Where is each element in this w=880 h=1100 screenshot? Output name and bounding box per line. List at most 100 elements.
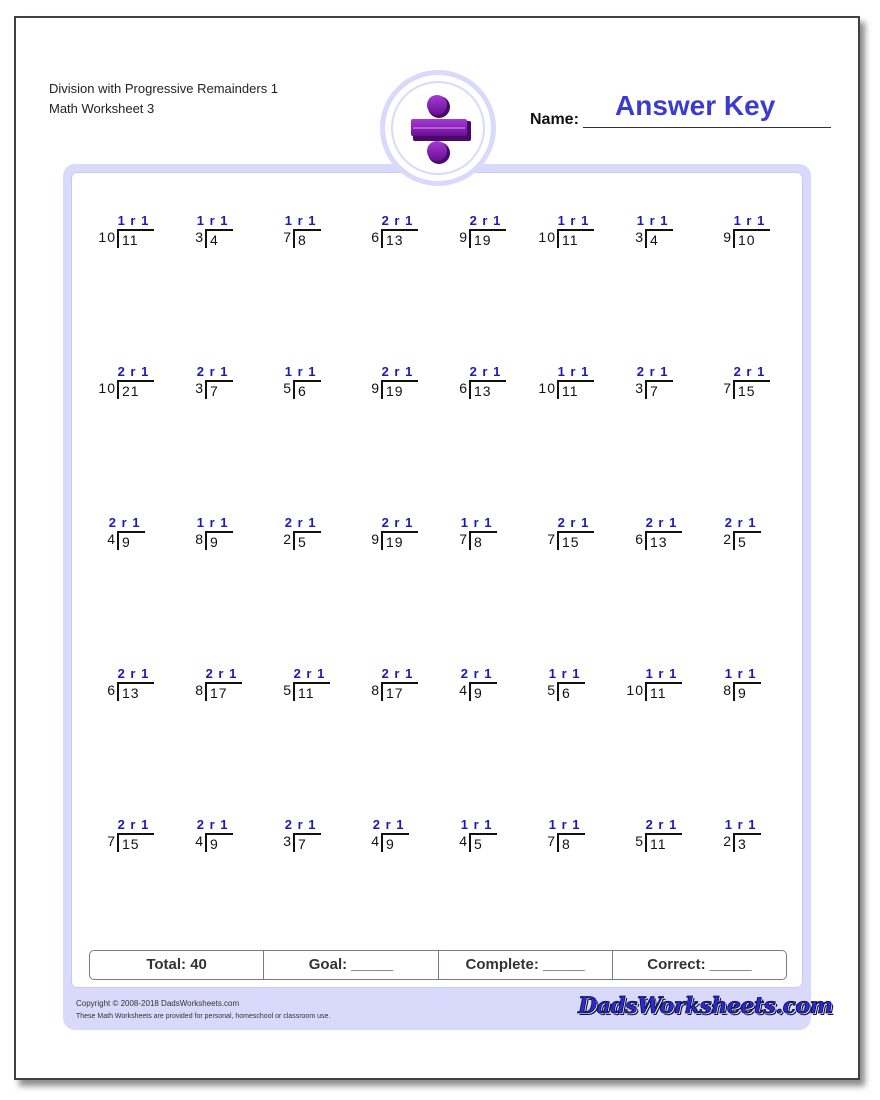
- answer-quotient: 2 r 1: [460, 666, 493, 681]
- dividend: 7: [205, 380, 233, 399]
- divisor: 7: [459, 531, 468, 547]
- copyright-text: Copyright © 2008-2018 DadsWorksheets.com: [76, 999, 240, 1008]
- divisor: 5: [547, 682, 556, 698]
- dividend: 4: [205, 229, 233, 248]
- answer-quotient: 2 r 1: [381, 666, 414, 681]
- division-problem: 1 r 145: [448, 817, 538, 857]
- division-sign-icon: [411, 95, 471, 164]
- divisor: 4: [459, 682, 468, 698]
- dividend: 11: [293, 682, 330, 701]
- dividend: 9: [205, 833, 233, 852]
- worksheet-title-line2: Math Worksheet 3: [49, 101, 155, 116]
- dividend: 13: [381, 229, 418, 248]
- division-problem: 1 r 1 10 11: [536, 213, 626, 253]
- logo-badge: [380, 70, 496, 186]
- answer-quotient: 1 r 1: [548, 817, 581, 832]
- answer-quotient: 1 r 1: [196, 213, 229, 228]
- division-problem: 1 r 178: [448, 515, 538, 555]
- division-problem: 2 r 137: [184, 364, 274, 404]
- dividend: 11: [645, 833, 682, 852]
- dividend: 13: [469, 380, 506, 399]
- division-problem: 1 r 1 10 11: [96, 213, 186, 253]
- division-problem: 1 r 178: [272, 213, 362, 253]
- division-problem: 1 r 1 9 10: [712, 213, 802, 253]
- division-problem: 2 r 1 8 17: [360, 666, 450, 706]
- answer-quotient: 2 r 1: [381, 364, 414, 379]
- division-problem: 2 r 1 9 19: [448, 213, 538, 253]
- answer-quotient: 1 r 1: [460, 515, 493, 530]
- dividend: 21: [117, 380, 154, 399]
- answer-quotient: 2 r 1: [636, 364, 669, 379]
- divisor: 4: [195, 833, 204, 849]
- division-problem: 2 r 1 8 17: [184, 666, 274, 706]
- dividend: 9: [733, 682, 761, 701]
- answer-quotient: 2 r 1: [469, 364, 502, 379]
- dividend: 19: [469, 229, 506, 248]
- dividend: 9: [205, 531, 233, 550]
- dividend: 4: [645, 229, 673, 248]
- answer-quotient: 2 r 1: [733, 364, 766, 379]
- division-problem: 1 r 178: [536, 817, 626, 857]
- dividend: 9: [469, 682, 497, 701]
- answer-quotient: 2 r 1: [293, 666, 326, 681]
- dividend: 5: [293, 531, 321, 550]
- answer-quotient: 2 r 1: [117, 364, 150, 379]
- answer-quotient: 1 r 1: [548, 666, 581, 681]
- answer-quotient: 2 r 1: [469, 213, 502, 228]
- division-problem: 2 r 1 6 13: [96, 666, 186, 706]
- division-problem: 1 r 1 10 11: [536, 364, 626, 404]
- answer-quotient: 2 r 1: [117, 817, 150, 832]
- division-problem: 2 r 1 5 11: [624, 817, 714, 857]
- dividend: 3: [733, 833, 761, 852]
- division-problem: 2 r 1 7 15: [712, 364, 802, 404]
- division-problem: 1 r 156: [536, 666, 626, 706]
- name-underline: [583, 127, 831, 128]
- division-problem: 2 r 1 7 15: [536, 515, 626, 555]
- dividend: 6: [557, 682, 585, 701]
- divisor: 8: [723, 682, 732, 698]
- worksheet-title: Division with Progressive Remainders 1 M…: [49, 79, 278, 119]
- complete-field: Complete: _____: [439, 951, 613, 979]
- dividend: 6: [293, 380, 321, 399]
- division-problem: 2 r 149: [360, 817, 450, 857]
- divisor: 4: [107, 531, 116, 547]
- answer-quotient: 1 r 1: [733, 213, 766, 228]
- usage-notice: These Math Worksheets are provided for p…: [76, 1013, 331, 1020]
- divisor: 7: [107, 833, 116, 849]
- divisor: 7: [723, 380, 732, 396]
- divisor: 8: [371, 682, 380, 698]
- division-problem: 2 r 1 6 13: [448, 364, 538, 404]
- divisor: 5: [635, 833, 644, 849]
- name-label: Name:: [530, 111, 579, 128]
- correct-field: Correct: _____: [647, 956, 752, 973]
- division-problem: 1 r 156: [272, 364, 362, 404]
- answer-quotient: 2 r 1: [196, 817, 229, 832]
- divisor: 9: [371, 531, 380, 547]
- answer-quotient: 2 r 1: [108, 515, 141, 530]
- dividend: 7: [645, 380, 673, 399]
- division-problem: 1 r 134: [184, 213, 274, 253]
- goal-field: Goal: _____: [264, 951, 439, 979]
- answer-quotient: 1 r 1: [557, 364, 590, 379]
- division-problem: 2 r 1 9 19: [360, 364, 450, 404]
- division-problem: 1 r 189: [184, 515, 274, 555]
- division-problem: 2 r 1 6 13: [360, 213, 450, 253]
- divisor: 9: [459, 229, 468, 245]
- dividend: 13: [645, 531, 682, 550]
- division-problem: 2 r 1 6 13: [624, 515, 714, 555]
- divisor: 9: [371, 380, 380, 396]
- answer-quotient: 2 r 1: [381, 213, 414, 228]
- divisor: 10: [98, 380, 116, 396]
- dividend: 11: [645, 682, 682, 701]
- worksheet-title-line1: Division with Progressive Remainders 1: [49, 81, 279, 96]
- division-problem: 2 r 1 10 21: [96, 364, 186, 404]
- dividend: 11: [557, 229, 594, 248]
- answer-quotient: 2 r 1: [724, 515, 757, 530]
- divisor: 3: [635, 229, 644, 245]
- dividend: 11: [557, 380, 594, 399]
- answer-quotient: 2 r 1: [196, 364, 229, 379]
- division-problem: 2 r 125: [272, 515, 362, 555]
- problems-frame-inner: [69, 170, 805, 990]
- answer-quotient: 2 r 1: [381, 515, 414, 530]
- division-problem: 2 r 137: [624, 364, 714, 404]
